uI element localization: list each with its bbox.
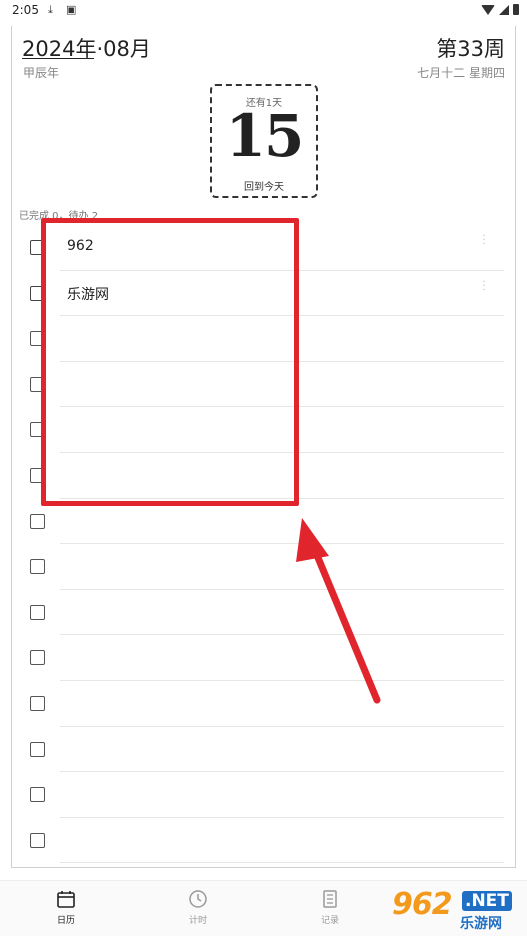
lunar-weekday: 七月十二 星期四 (417, 66, 505, 80)
day-number: 15 (225, 102, 305, 170)
notification-icon: ▣ (66, 3, 77, 16)
todo-row[interactable] (12, 681, 504, 727)
todo-checkbox[interactable] (30, 650, 45, 666)
todo-row[interactable] (12, 635, 504, 681)
ganzhi-year: 甲辰年 (23, 66, 60, 80)
more-options-icon[interactable]: · · · (482, 277, 486, 295)
status-icons (481, 4, 519, 15)
status-time: 2:05 (12, 3, 39, 17)
nav-timer-label: 计时 (188, 916, 207, 926)
back-to-today-button[interactable]: 回到今天 (212, 178, 316, 193)
todo-row[interactable] (12, 818, 504, 864)
signal-icon (499, 4, 509, 15)
todo-row[interactable] (12, 727, 504, 773)
nav-timer[interactable]: 计时 (168, 889, 228, 926)
todo-checkbox[interactable] (30, 832, 45, 848)
site-watermark: 962 .NET 乐游网 (392, 887, 522, 933)
year-month-underline (22, 58, 94, 59)
row-divider (60, 862, 504, 864)
nav-records[interactable]: 记录 (300, 889, 360, 926)
more-options-icon[interactable]: · · · (482, 232, 486, 250)
watermark-site: 乐游网 (460, 916, 502, 932)
wifi-icon (481, 4, 495, 15)
todo-checkbox[interactable] (30, 604, 45, 620)
nav-calendar-label: 日历 (56, 916, 75, 926)
todo-checkbox[interactable] (30, 741, 45, 757)
todo-checkbox[interactable] (30, 695, 45, 711)
todo-row[interactable] (12, 590, 504, 636)
watermark-suffix: .NET (462, 891, 512, 911)
download-icon: ⤓ (48, 3, 53, 16)
today-card[interactable]: 还有1天 15 回到今天 (210, 84, 318, 198)
calendar-icon (57, 891, 75, 908)
annotation-highlight-box (41, 218, 299, 506)
todo-checkbox[interactable] (30, 513, 45, 529)
clock-icon (189, 890, 207, 908)
status-bar: 2:05 ⤓ ▣ (0, 0, 527, 22)
todo-row[interactable] (12, 772, 504, 818)
nav-records-label: 记录 (320, 916, 339, 926)
watermark-number: 962 (392, 887, 453, 922)
battery-icon (513, 4, 519, 15)
notebook-icon (323, 890, 337, 908)
todo-row[interactable] (12, 544, 504, 590)
todo-checkbox[interactable] (30, 559, 45, 575)
todo-checkbox[interactable] (30, 787, 45, 803)
nav-calendar[interactable]: 日历 (36, 889, 96, 926)
week-number: 第33周 (436, 37, 505, 61)
